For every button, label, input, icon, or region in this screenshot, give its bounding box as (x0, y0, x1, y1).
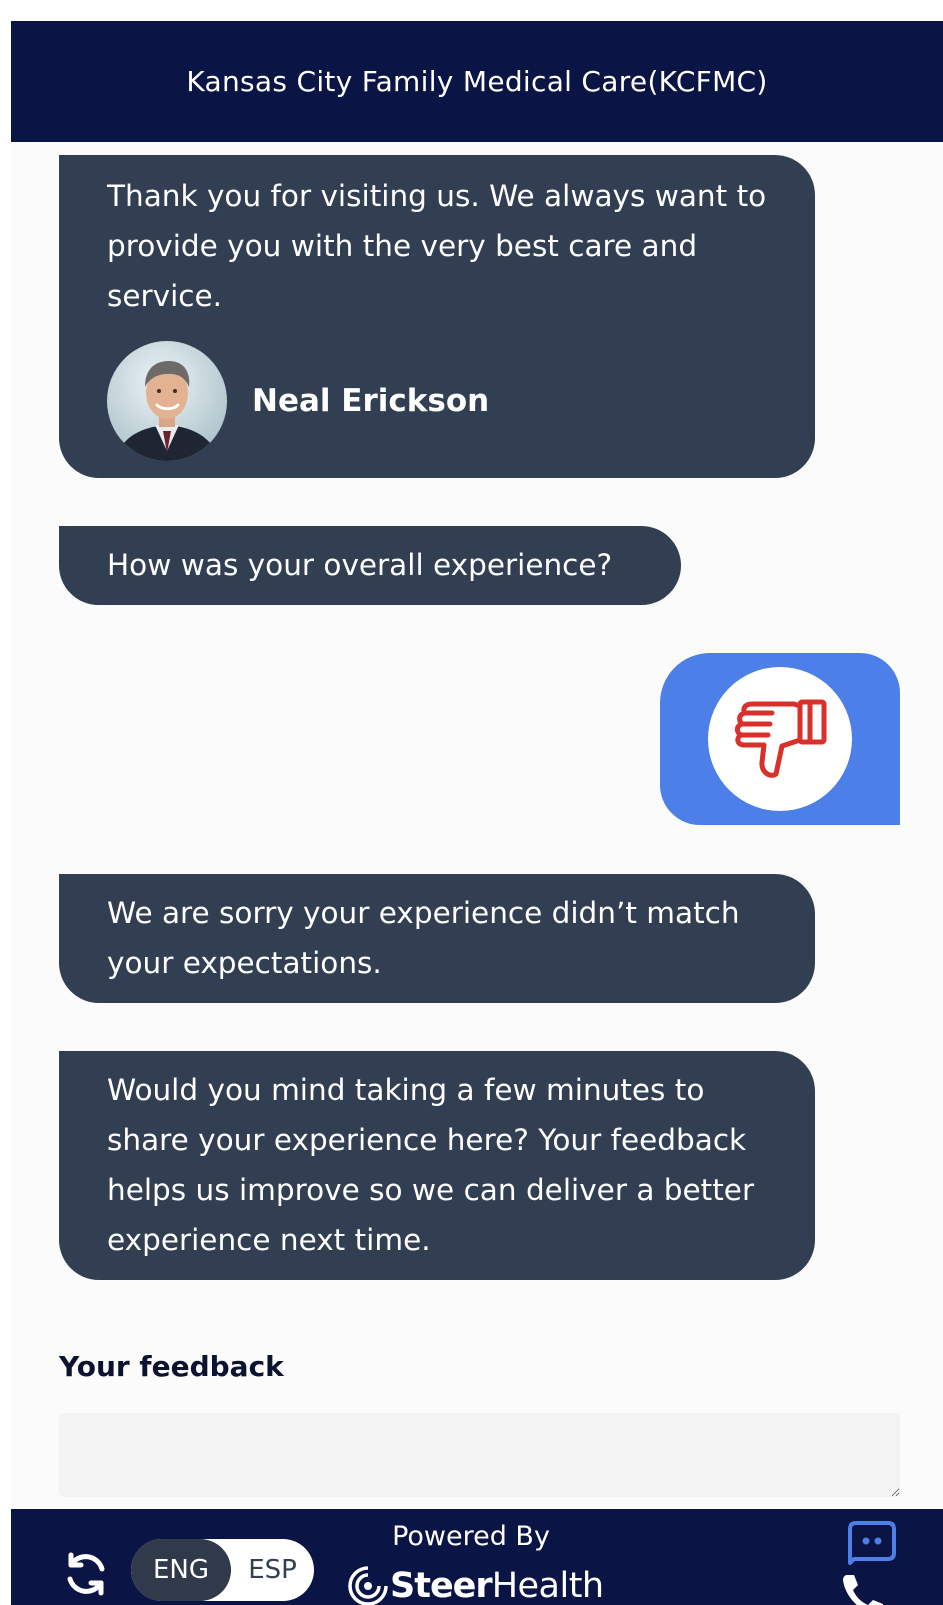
refresh-icon[interactable] (61, 1549, 111, 1599)
avatar (107, 341, 227, 461)
welcome-message-bubble: Thank you for visiting us. We always wan… (59, 155, 815, 478)
sender-name: Neal Erickson (252, 383, 490, 419)
lang-esp-option[interactable]: ESP (231, 1555, 314, 1585)
chat-footer: ENG ESP Powered By Steer Health (11, 1509, 943, 1605)
thumbs-down-reply (708, 667, 852, 811)
thumbs-down-icon (734, 699, 827, 778)
brand-name-steer: Steer (390, 1566, 493, 1605)
user-reply-bubble (660, 653, 900, 825)
language-toggle[interactable]: ENG ESP (131, 1539, 314, 1601)
powered-by-label: Powered By (392, 1521, 550, 1552)
avatar-photo (107, 341, 227, 461)
feedback-label: Your feedback (59, 1350, 284, 1383)
brand-logo[interactable]: Steer Health (346, 1562, 604, 1605)
question-message-text: How was your overall experience? (107, 548, 613, 582)
feedback-request-bubble: Would you mind taking a few minutes to s… (59, 1051, 815, 1280)
feedback-request-text: Would you mind taking a few minutes to s… (107, 1073, 755, 1257)
sender-info: Neal Erickson (107, 341, 775, 461)
lang-eng-option[interactable]: ENG (131, 1539, 231, 1601)
welcome-message-text: Thank you for visiting us. We always wan… (107, 179, 767, 313)
question-message-bubble: How was your overall experience? (59, 526, 681, 605)
steer-health-logo-icon (348, 1566, 388, 1605)
feedback-input[interactable] (59, 1413, 900, 1497)
phone-icon[interactable] (841, 1571, 887, 1605)
chat-window: Kansas City Family Medical Care(KCFMC) T… (11, 18, 943, 1605)
chat-bot-icon[interactable] (846, 1519, 898, 1565)
apology-message-text: We are sorry your experience didn’t matc… (107, 896, 740, 980)
chat-header: Kansas City Family Medical Care(KCFMC) (11, 21, 943, 142)
apology-message-bubble: We are sorry your experience didn’t matc… (59, 874, 815, 1003)
header-title: Kansas City Family Medical Care(KCFMC) (186, 65, 768, 98)
brand-name-health: Health (491, 1566, 604, 1605)
